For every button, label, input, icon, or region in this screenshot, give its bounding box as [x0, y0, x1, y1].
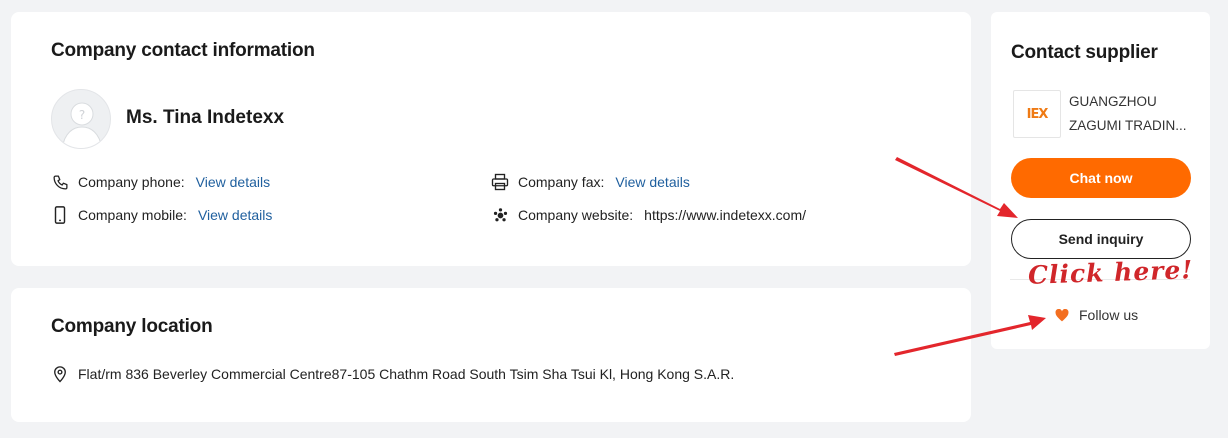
company-fax-view-details-link[interactable]: View details: [615, 174, 689, 190]
company-website-url[interactable]: https://www.indetexx.com/: [644, 207, 806, 223]
fax-icon: [491, 173, 509, 191]
contact-supplier-card: Contact supplier IEX GUANGZHOU ZAGUMI TR…: [991, 12, 1210, 349]
phone-icon: [51, 173, 69, 191]
contact-info-card: Company contact information ? Ms. Tina I…: [11, 12, 971, 266]
contact-person-name: Ms. Tina Indetexx: [126, 107, 285, 128]
mobile-icon: [51, 206, 69, 224]
avatar-placeholder-icon: ?: [51, 89, 111, 149]
company-location-card: Company location Flat/rm 836 Beverley Co…: [11, 288, 971, 422]
company-mobile-row: Company mobile: View details: [51, 206, 272, 224]
supplier-company-name[interactable]: GUANGZHOU ZAGUMI TRADIN...: [1069, 90, 1193, 138]
contact-info-title: Company contact information: [51, 40, 315, 61]
company-phone-row: Company phone: View details: [51, 173, 270, 191]
company-website-row: Company website: https://www.indetexx.co…: [491, 206, 806, 224]
supplier-company-name-line2: ZAGUMI TRADIN...: [1069, 118, 1187, 133]
company-phone-label: Company phone:: [78, 174, 185, 190]
contact-supplier-title: Contact supplier: [1011, 42, 1158, 63]
company-address: Flat/rm 836 Beverley Commercial Centre87…: [78, 366, 735, 382]
supplier-company-name-line1: GUANGZHOU: [1069, 94, 1157, 109]
company-fax-row: Company fax: View details: [491, 173, 690, 191]
website-icon: [491, 206, 509, 224]
send-inquiry-button[interactable]: Send inquiry: [1011, 219, 1191, 259]
follow-us-button[interactable]: Follow us: [1055, 307, 1138, 323]
follow-us-label: Follow us: [1079, 307, 1139, 323]
location-pin-icon: [51, 365, 69, 383]
svg-text:?: ?: [79, 108, 85, 122]
supplier-logo[interactable]: IEX: [1013, 90, 1061, 138]
heart-icon: [1055, 308, 1069, 321]
company-mobile-view-details-link[interactable]: View details: [198, 207, 272, 223]
company-website-label: Company website:: [518, 207, 634, 223]
company-location-title: Company location: [51, 316, 213, 337]
company-mobile-label: Company mobile:: [78, 207, 187, 223]
chat-now-button[interactable]: Chat now: [1011, 158, 1191, 198]
click-here-annotation: Click here!: [1027, 255, 1194, 290]
logo: IEX: [1026, 106, 1049, 122]
company-fax-label: Company fax:: [518, 174, 605, 190]
company-address-row: Flat/rm 836 Beverley Commercial Centre87…: [51, 365, 734, 383]
company-phone-view-details-link[interactable]: View details: [196, 174, 270, 190]
